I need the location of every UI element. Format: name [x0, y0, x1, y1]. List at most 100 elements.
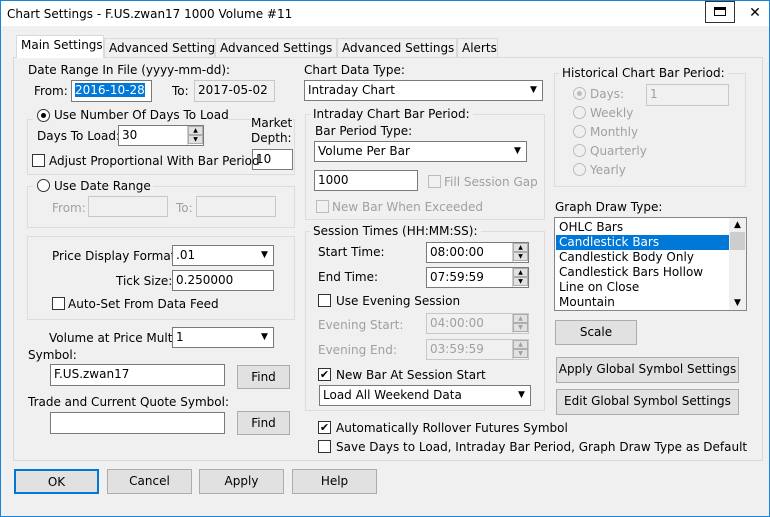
ok-button[interactable]: OK — [14, 469, 99, 494]
autoset-label: Auto-Set From Data Feed — [68, 297, 219, 311]
close-icon[interactable]: ✕ — [745, 3, 765, 23]
trade-symbol-label: Trade and Current Quote Symbol: — [28, 395, 229, 409]
window-title: Chart Settings - F.US.zwan17 1000 Volume… — [7, 7, 293, 21]
price-format-select[interactable]: .01 ▼ — [172, 245, 274, 266]
scale-button[interactable]: Scale — [555, 320, 637, 345]
from-date-input[interactable]: 2016-10-28 — [71, 80, 152, 102]
weekly-radio — [573, 106, 586, 119]
apply-global-button[interactable]: Apply Global Symbol Settings — [556, 357, 739, 383]
range-from-label: From: — [52, 201, 86, 215]
volume-mult-select[interactable]: 1 ▼ — [172, 327, 274, 348]
list-item-selected[interactable]: Candlestick Bars — [556, 235, 729, 250]
save-default-label: Save Days to Load, Intraday Bar Period, … — [336, 440, 748, 454]
new-bar-session-start-checkbox[interactable]: ✔ — [318, 368, 331, 381]
fill-session-gap-checkbox — [428, 175, 441, 188]
weekend-data-select[interactable]: Load All Weekend Data ▼ — [319, 385, 531, 406]
range-to-input — [196, 196, 276, 217]
chevron-down-icon: ▼ — [525, 81, 542, 100]
chevron-up-icon[interactable]: ▲ — [729, 218, 746, 232]
price-format-label: Price Display Format: — [52, 249, 180, 263]
list-item[interactable]: Candlestick Bars Hollow — [556, 265, 729, 280]
end-time-label: End Time: — [318, 270, 379, 284]
end-time-spinner[interactable]: ▲ ▼ — [512, 268, 528, 287]
chevron-down-icon: ▼ — [256, 246, 273, 265]
yearly-radio — [573, 163, 586, 176]
cancel-button[interactable]: Cancel — [107, 469, 192, 494]
to-date-input: 2017-05-02 — [194, 80, 275, 102]
tab-main-settings[interactable]: Main Settings — [16, 35, 104, 58]
range-from-input — [88, 196, 168, 217]
rollover-checkbox[interactable]: ✔ — [318, 421, 331, 434]
historical-group-label: Historical Chart Bar Period: — [559, 66, 728, 80]
new-bar-exceeded-checkbox — [316, 200, 329, 213]
chart-data-type-label: Chart Data Type: — [304, 63, 405, 77]
adjust-proportional-checkbox[interactable] — [32, 154, 45, 167]
edit-global-button[interactable]: Edit Global Symbol Settings — [556, 389, 739, 415]
range-to-label: To: — [176, 201, 193, 215]
bar-period-type-label: Bar Period Type: — [315, 124, 413, 138]
start-time-input[interactable]: 08:00:00 ▲ ▼ — [426, 242, 529, 263]
autoset-checkbox[interactable] — [52, 297, 65, 310]
chevron-down-icon[interactable]: ▼ — [729, 296, 746, 310]
tab-alerts[interactable]: Alerts — [457, 38, 498, 58]
market-depth-label-2: Depth: — [251, 131, 292, 145]
weekly-label: Weekly — [590, 106, 634, 120]
chevron-down-icon: ▼ — [513, 386, 530, 405]
start-time-label: Start Time: — [318, 245, 385, 259]
tab-advanced-settings[interactable]: Advanced Settings — [104, 38, 221, 58]
quarterly-label: Quarterly — [590, 144, 647, 158]
to-label: To: — [172, 84, 189, 98]
bar-period-type-select[interactable]: Volume Per Bar ▼ — [314, 141, 527, 162]
evening-start-label: Evening Start: — [318, 318, 404, 332]
evening-session-checkbox[interactable] — [318, 294, 331, 307]
title-bar: Chart Settings - F.US.zwan17 1000 Volume… — [0, 0, 770, 26]
new-bar-exceeded-label: New Bar When Exceeded — [332, 200, 484, 214]
help-button[interactable]: Help — [292, 469, 377, 494]
evening-session-label: Use Evening Session — [336, 294, 461, 308]
volume-mult-label: Volume at Price Mult.: — [49, 331, 181, 345]
scrollbar[interactable]: ▲ ▼ — [729, 218, 746, 310]
intraday-group-label: Intraday Chart Bar Period: — [310, 107, 473, 121]
find-trade-symbol-button[interactable]: Find — [237, 411, 290, 435]
quarterly-radio — [573, 144, 586, 157]
start-time-spinner[interactable]: ▲ ▼ — [512, 243, 528, 262]
monthly-radio — [573, 125, 586, 138]
scrollbar-thumb[interactable] — [730, 232, 745, 250]
adjust-proportional-label: Adjust Proportional With Bar Period — [49, 154, 260, 168]
days-to-load-label: Days To Load: — [37, 129, 121, 143]
chevron-down-icon: ▼ — [256, 328, 273, 347]
evening-start-input: 04:00:00 ▲ ▼ — [426, 313, 529, 334]
tick-size-input[interactable]: 0.250000 — [172, 270, 274, 291]
chevron-down-icon: ▼ — [509, 142, 526, 161]
historical-days-input: 1 — [646, 84, 729, 106]
tab-advanced-settings-2[interactable]: Advanced Settings 2 — [215, 38, 344, 58]
chart-data-type-select[interactable]: Intraday Chart ▼ — [304, 80, 543, 101]
bar-period-amount-input[interactable]: 1000 — [314, 170, 418, 191]
list-item[interactable]: OHLC Bars — [556, 220, 729, 235]
graph-draw-type-listbox[interactable]: OHLC Bars Candlestick Bars Candlestick B… — [554, 217, 747, 311]
end-time-input[interactable]: 07:59:59 ▲ ▼ — [426, 267, 529, 288]
use-date-range-radio[interactable] — [37, 179, 50, 192]
list-item[interactable]: Candlestick Body Only — [556, 250, 729, 265]
apply-button[interactable]: Apply — [199, 469, 284, 494]
days-to-load-input[interactable]: 30 ▲ ▼ — [118, 125, 204, 146]
tab-advanced-settings-3[interactable]: Advanced Settings 3 — [337, 38, 466, 58]
window-icon[interactable] — [705, 1, 735, 23]
list-item[interactable]: Line on Close — [556, 280, 729, 295]
graph-draw-type-label: Graph Draw Type: — [555, 200, 663, 214]
symbol-label: Symbol: — [28, 348, 77, 362]
days-spinner[interactable]: ▲ ▼ — [187, 126, 203, 145]
yearly-label: Yearly — [590, 163, 626, 177]
use-days-radio[interactable] — [37, 109, 50, 122]
find-symbol-button[interactable]: Find — [237, 365, 290, 389]
symbol-input[interactable]: F.US.zwan17 — [50, 364, 225, 386]
list-item[interactable]: Mountain — [556, 295, 729, 310]
use-days-label: Use Number Of Days To Load — [54, 108, 229, 122]
tick-size-label: Tick Size: — [116, 274, 173, 288]
session-times-label: Session Times (HH:MM:SS): — [310, 224, 481, 238]
days-radio — [573, 87, 586, 100]
market-depth-label: Market — [251, 116, 293, 130]
trade-symbol-input[interactable] — [50, 412, 225, 434]
evening-end-label: Evening End: — [318, 343, 397, 357]
save-default-checkbox[interactable] — [318, 440, 331, 453]
